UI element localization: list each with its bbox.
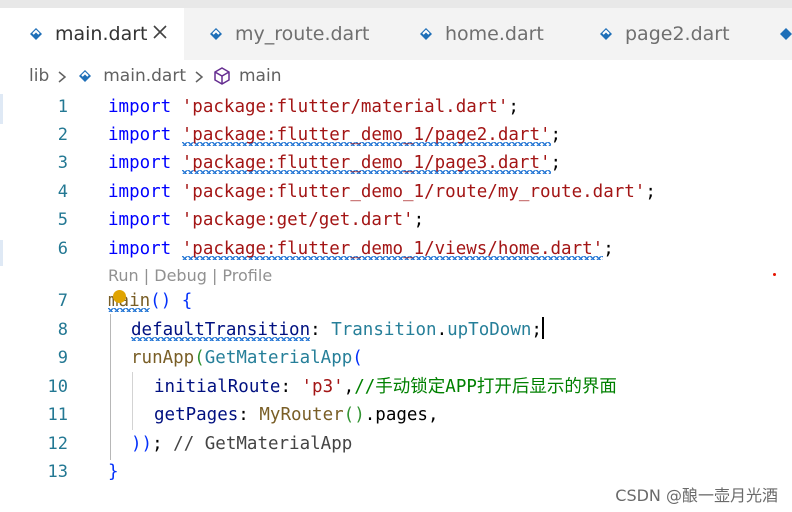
warning-squiggle: 'package:flutter_demo_1/page2.dart' <box>181 125 551 145</box>
code-line: 8 defaultTransition: Transition.upToDown… <box>0 316 792 344</box>
code-text: getPages: MyRouter().pages, <box>154 405 439 425</box>
indent-guide <box>132 372 133 430</box>
title-strip <box>0 0 792 8</box>
code-line: 6 import 'package:flutter_demo_1/views/h… <box>0 235 792 263</box>
line-number: 1 <box>57 97 68 117</box>
breadcrumb-symbol[interactable]: main <box>212 66 281 86</box>
code-text: defaultTransition: Transition.upToDown; <box>131 316 544 344</box>
line-number: 6 <box>57 239 68 259</box>
line-number: 12 <box>47 434 68 454</box>
code-text: runApp(GetMaterialApp( <box>131 348 363 368</box>
code-text: import 'package:flutter_demo_1/page2.dar… <box>108 125 562 145</box>
tab-overflow[interactable] <box>754 8 792 60</box>
line-number: 3 <box>57 153 68 173</box>
warning-squiggle: 'package:flutter_demo_1/page3.dart' <box>181 153 551 173</box>
tab-home-dart[interactable]: home.dart <box>394 8 574 60</box>
tab-my-route-dart[interactable]: my_route.dart <box>184 8 394 60</box>
code-text: import 'package:flutter/material.dart'; <box>108 97 519 117</box>
code-text: initialRoute: 'p3',//手动锁定APP打开后显示的界面 <box>154 377 617 397</box>
line-number: 11 <box>47 405 68 425</box>
line-number: 5 <box>57 210 68 230</box>
code-text: import 'package:flutter_demo_1/page3.dar… <box>108 153 562 173</box>
dart-file-icon <box>206 24 226 44</box>
chevron-right-icon <box>56 69 68 83</box>
tab-label: home.dart <box>445 23 544 45</box>
code-line: 12 )); // GetMaterialApp <box>0 430 792 458</box>
code-line: 1 import 'package:flutter/material.dart'… <box>0 93 792 121</box>
code-line: 9 runApp(GetMaterialApp( <box>0 344 792 372</box>
cube-icon <box>212 66 232 86</box>
code-line: 2 import 'package:flutter_demo_1/page2.d… <box>0 121 792 149</box>
line-number: 4 <box>57 182 68 202</box>
line-number: 8 <box>57 320 68 340</box>
tab-main-dart[interactable]: main.dart <box>0 8 184 60</box>
code-text: )); // GetMaterialApp <box>131 434 353 454</box>
code-text: import 'package:get/get.dart'; <box>108 210 425 230</box>
codelens-run-debug-profile[interactable]: Run | Debug | Profile <box>108 264 272 288</box>
tab-label: page2.dart <box>625 23 730 45</box>
breadcrumb-file[interactable]: main.dart <box>75 66 186 86</box>
text-cursor <box>541 317 544 339</box>
chevron-right-icon <box>193 69 205 83</box>
line-number: 7 <box>57 291 68 311</box>
breadcrumb-symbol-label: main <box>239 66 282 86</box>
tab-label: main.dart <box>55 23 148 45</box>
code-line: 10 initialRoute: 'p3',//手动锁定APP打开后显示的界面 <box>0 373 792 401</box>
lightbulb-icon[interactable] <box>113 290 126 303</box>
breadcrumb-file-label: main.dart <box>103 66 186 86</box>
dart-file-icon <box>75 66 95 86</box>
dart-file-icon <box>776 24 792 44</box>
code-line: 5 import 'package:get/get.dart'; <box>0 206 792 234</box>
line-number: 13 <box>47 462 68 482</box>
dart-file-icon <box>596 24 616 44</box>
editor-tab-bar: main.dart my_route.dart home.dart page2.… <box>0 0 792 60</box>
error-dot-icon <box>773 273 776 276</box>
code-line: 3 import 'package:flutter_demo_1/page3.d… <box>0 149 792 177</box>
line-number: 9 <box>57 348 68 368</box>
tab-page2-dart[interactable]: page2.dart <box>574 8 754 60</box>
dart-file-icon <box>416 24 436 44</box>
warning-squiggle: 'package:flutter_demo_1/views/home.dart' <box>181 239 604 259</box>
code-text: import 'package:flutter_demo_1/views/hom… <box>108 239 614 259</box>
watermark: CSDN @酿一壶月光酒 <box>615 486 778 505</box>
breadcrumb: lib main.dart main <box>0 60 792 92</box>
close-icon[interactable] <box>150 22 170 42</box>
dart-file-icon <box>26 24 46 44</box>
breadcrumb-folder[interactable]: lib <box>29 66 49 86</box>
tab-label: my_route.dart <box>235 23 370 45</box>
line-number: 2 <box>57 125 68 145</box>
code-line: 11 getPages: MyRouter().pages, <box>0 401 792 429</box>
line-number: 10 <box>47 377 68 397</box>
code-line: 4 import 'package:flutter_demo_1/route/m… <box>0 178 792 206</box>
code-text: } <box>108 462 119 482</box>
indent-guide <box>110 314 111 460</box>
code-text: import 'package:flutter_demo_1/route/my_… <box>108 182 656 202</box>
